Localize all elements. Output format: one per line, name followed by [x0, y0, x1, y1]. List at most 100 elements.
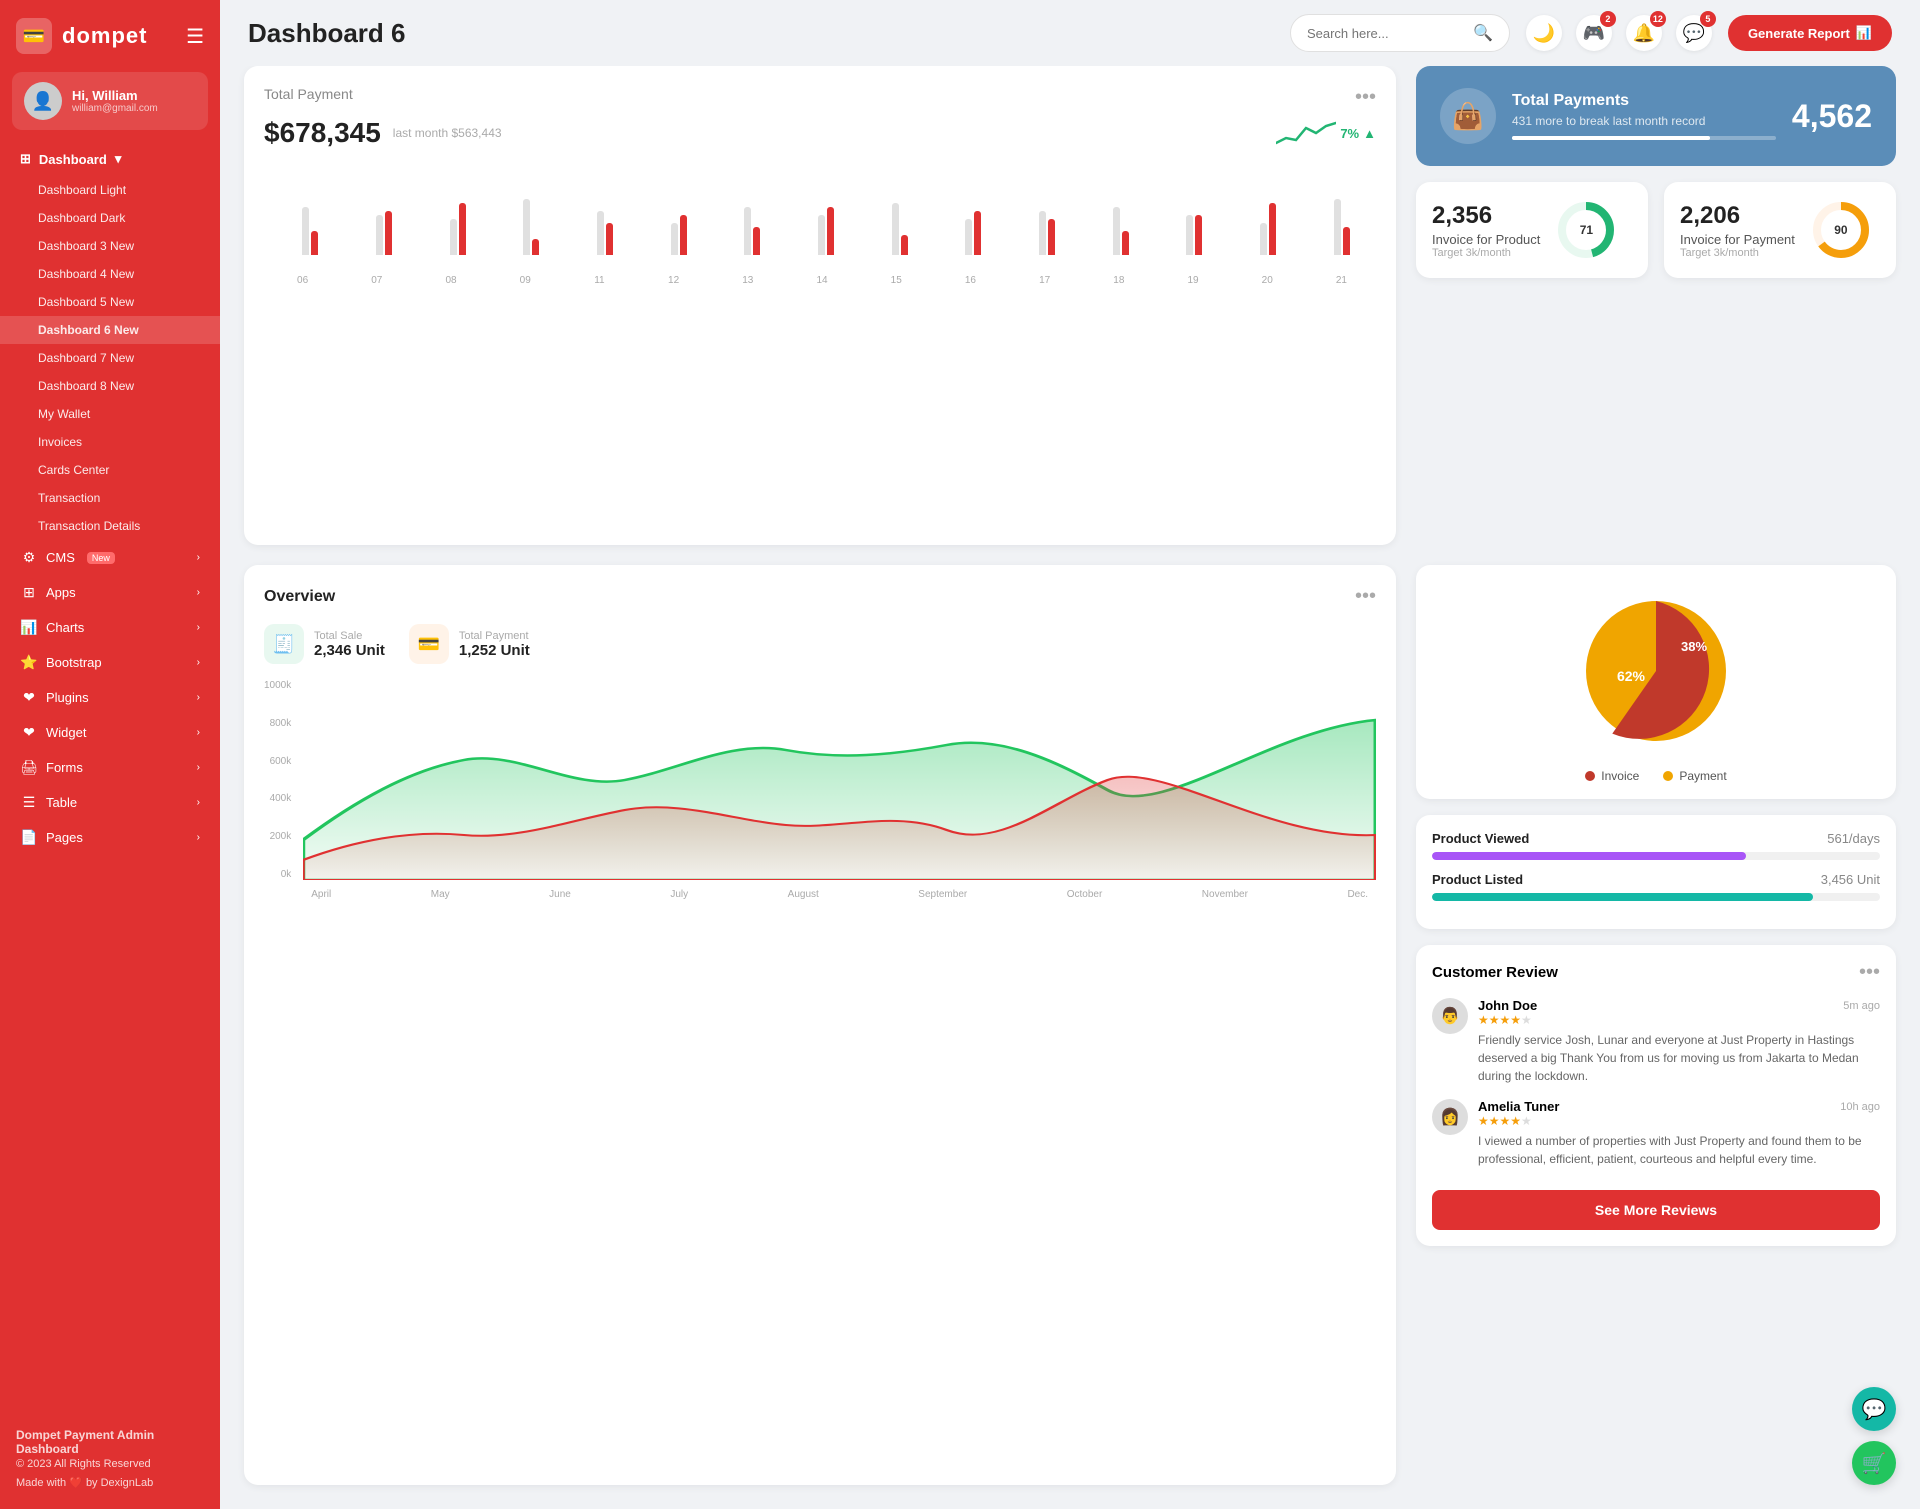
bar-label: 21: [1307, 275, 1376, 286]
dashboard-label: Dashboard: [39, 152, 107, 167]
review-title: Customer Review: [1432, 964, 1558, 981]
stat-total-payment: 💳 Total Payment 1,252 Unit: [409, 624, 530, 664]
bar-gray: [1186, 215, 1193, 255]
bar-pair: [1113, 175, 1129, 255]
sidebar-item-transaction[interactable]: Transaction: [0, 484, 220, 512]
sidebar-item-dashboard[interactable]: ⊞ Dashboard ▾: [0, 142, 220, 176]
moon-button[interactable]: 🌙: [1526, 15, 1562, 51]
bar-label: 18: [1084, 275, 1153, 286]
sidebar-item-dashboard-light[interactable]: Dashboard Light: [0, 176, 220, 204]
sidebar-item-dashboard-7[interactable]: Dashboard 7 New: [0, 344, 220, 372]
bar-pair: [597, 175, 613, 255]
bar-pair: [1334, 175, 1350, 255]
header: Dashboard 6 🔍 🌙 🎮 2 🔔 12 💬 5 Generate R: [220, 0, 1920, 66]
table-label: Table: [46, 795, 77, 810]
sidebar-item-plugins[interactable]: ❤ Plugins ›: [0, 680, 220, 715]
table-icon: ☰: [20, 794, 38, 811]
bar-label: 15: [862, 275, 931, 286]
bar-gray: [818, 215, 825, 255]
bar-pair: [671, 175, 687, 255]
generate-report-button[interactable]: Generate Report 📊: [1728, 15, 1892, 51]
sidebar-item-dashboard-3[interactable]: Dashboard 3 New: [0, 232, 220, 260]
product-viewed-value: 561/days: [1827, 831, 1880, 846]
chat-button[interactable]: 💬 5: [1676, 15, 1712, 51]
bar-red: [459, 203, 466, 255]
sidebar-item-dashboard-8[interactable]: Dashboard 8 New: [0, 372, 220, 400]
wallet-icon: 👜: [1440, 88, 1496, 144]
forms-label: Forms: [46, 760, 83, 775]
sidebar-item-widget[interactable]: ❤ Widget ›: [0, 715, 220, 750]
sidebar-item-charts[interactable]: 📊 Charts ›: [0, 610, 220, 645]
sidebar-item-dashboard-5[interactable]: Dashboard 5 New: [0, 288, 220, 316]
sidebar-item-pages[interactable]: 📄 Pages ›: [0, 820, 220, 855]
sidebar-item-transaction-details[interactable]: Transaction Details: [0, 512, 220, 540]
sidebar-item-dashboard-4[interactable]: Dashboard 4 New: [0, 260, 220, 288]
product-listed-label: Product Listed: [1432, 872, 1523, 887]
total-payment-card: Total Payment ••• $678,345 last month $5…: [244, 66, 1396, 545]
bar-red: [1269, 203, 1276, 255]
dashboard-submenu: Dashboard Light Dashboard Dark Dashboard…: [0, 176, 220, 540]
see-more-reviews-button[interactable]: See More Reviews: [1432, 1190, 1880, 1230]
payment-trend: 7% ▲: [1276, 118, 1376, 148]
sidebar-item-dashboard-6[interactable]: Dashboard 6 New: [0, 316, 220, 344]
sparkline-chart: [1276, 118, 1336, 148]
area-chart-svg: [303, 680, 1376, 880]
bell-button[interactable]: 🔔 12: [1626, 15, 1662, 51]
legend-payment: Payment: [1663, 769, 1726, 783]
content-grid: Total Payment ••• $678,345 last month $5…: [220, 66, 1920, 1509]
bar-red: [753, 227, 760, 255]
sidebar-item-invoices[interactable]: Invoices: [0, 428, 220, 456]
charts-icon: 📊: [20, 619, 38, 636]
invoice-payment-card: 2,206 Invoice for Payment Target 3k/mont…: [1664, 182, 1896, 278]
bar-red: [1048, 219, 1055, 255]
bar-gray: [1039, 211, 1046, 255]
review-options-icon[interactable]: •••: [1859, 961, 1880, 984]
invoice-row: 2,356 Invoice for Product Target 3k/mont…: [1416, 182, 1896, 278]
overview-title: Overview: [264, 588, 335, 606]
sidebar-item-forms[interactable]: 🖨 Forms ›: [0, 750, 220, 785]
bar-group: [423, 175, 492, 255]
card-options-icon[interactable]: •••: [1355, 86, 1376, 109]
bar-group: [939, 175, 1008, 255]
review-time-amelia: 10h ago: [1840, 1101, 1880, 1113]
sidebar-item-bootstrap[interactable]: ⭐ Bootstrap ›: [0, 645, 220, 680]
hamburger-icon[interactable]: ☰: [186, 24, 204, 49]
sidebar-item-apps[interactable]: ⊞ Apps ›: [0, 575, 220, 610]
gamepad-button[interactable]: 🎮 2: [1576, 15, 1612, 51]
sidebar-item-cards-center[interactable]: Cards Center: [0, 456, 220, 484]
bar-gray: [450, 219, 457, 255]
bar-red: [311, 231, 318, 255]
customer-review-card: Customer Review ••• 👨 John Doe 5m ago ★★…: [1416, 945, 1896, 1246]
bar-gray: [523, 199, 530, 255]
trend-value: 7%: [1340, 126, 1359, 141]
chevron-right-icon: ›: [197, 797, 200, 808]
search-input[interactable]: [1307, 26, 1465, 41]
cart-fab[interactable]: 🛒: [1852, 1441, 1896, 1485]
bar-red: [680, 215, 687, 255]
invoice-product-label: Invoice for Product: [1432, 232, 1540, 247]
footer-made: Made with ❤️ by DexignLab: [16, 1476, 204, 1489]
overview-header: Overview •••: [264, 585, 1376, 608]
sidebar-item-cms[interactable]: ⚙ CMS New ›: [0, 540, 220, 575]
bar-red: [385, 211, 392, 255]
pages-icon: 📄: [20, 829, 38, 846]
widget-icon: ❤: [20, 724, 38, 741]
bar-chart: [264, 165, 1376, 275]
overview-card: Overview ••• 🧾 Total Sale 2,346 Unit 💳 T…: [244, 565, 1396, 1485]
product-listed-value: 3,456 Unit: [1821, 872, 1880, 887]
overview-options-icon[interactable]: •••: [1355, 585, 1376, 608]
bar-group: [792, 175, 861, 255]
review-content-john: John Doe 5m ago ★★★★★ Friendly service J…: [1478, 998, 1880, 1085]
bootstrap-icon: ⭐: [20, 654, 38, 671]
sidebar-item-my-wallet[interactable]: My Wallet: [0, 400, 220, 428]
sidebar-item-dashboard-dark[interactable]: Dashboard Dark: [0, 204, 220, 232]
total-payments-info: Total Payments 431 more to break last mo…: [1512, 92, 1776, 140]
trend-arrow-icon: ▲: [1363, 126, 1376, 141]
support-fab[interactable]: 💬: [1852, 1387, 1896, 1431]
payment-stat-icon: 💳: [409, 624, 449, 664]
search-box[interactable]: 🔍: [1290, 14, 1510, 52]
made-text: Made with ❤️ by DexignLab: [16, 1476, 153, 1489]
bar-gray: [1113, 207, 1120, 255]
plugins-label: Plugins: [46, 690, 89, 705]
sidebar-item-table[interactable]: ☰ Table ›: [0, 785, 220, 820]
